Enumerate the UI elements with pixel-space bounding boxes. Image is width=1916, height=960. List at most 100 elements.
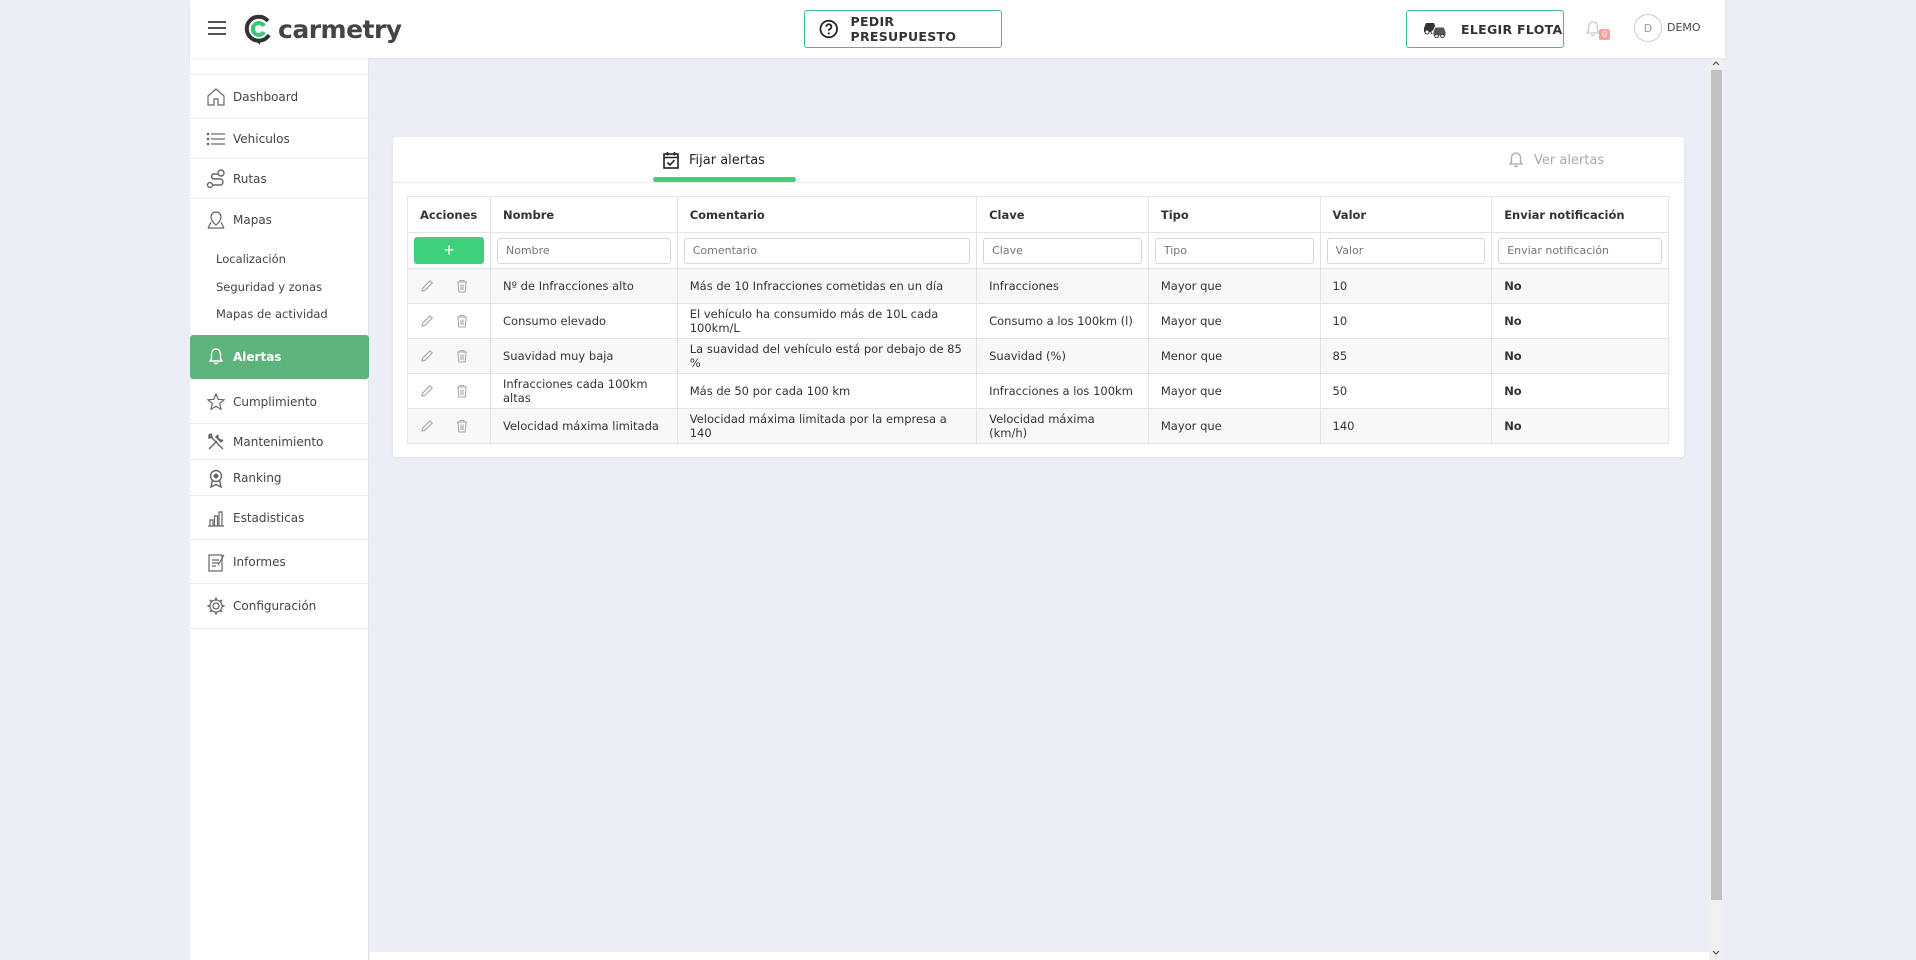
cell-tipo: Mayor que (1147, 268, 1321, 304)
trash-icon[interactable] (456, 314, 468, 328)
top-header: carmetry PEDIR PRESUPUESTO ELEGIR FLOTA (190, 0, 1725, 58)
sidebar-item-vehiculos[interactable]: Vehiculos (190, 118, 369, 158)
hamburger-menu-icon[interactable] (208, 18, 226, 38)
sidebar-item-label: Alertas (233, 350, 282, 364)
notification-count-badge: 0 (1599, 29, 1611, 40)
sidebar-item-informes[interactable]: Informes (190, 539, 369, 583)
add-alert-button[interactable]: + (414, 237, 484, 264)
cell-comentario: Velocidad máxima limitada por la empresa… (676, 408, 978, 444)
cell-tipo: Mayor que (1147, 303, 1321, 339)
sidebar-item-ranking[interactable]: Ranking (190, 459, 369, 495)
cell-valor: 85 (1319, 338, 1493, 374)
alerts-card: Fijar alertas Ver alertas Acciones Nombr… (393, 137, 1684, 457)
edit-pencil-icon[interactable] (420, 349, 434, 363)
trash-icon[interactable] (456, 349, 468, 363)
cell-valor: 10 (1319, 268, 1493, 304)
scrollbar-thumb[interactable] (1711, 70, 1722, 900)
user-name[interactable]: DEMO (1667, 21, 1701, 34)
list-icon (205, 128, 227, 150)
award-icon (205, 467, 227, 489)
cell-notificacion: No (1491, 408, 1669, 444)
bell-icon (1508, 152, 1524, 168)
trash-icon[interactable] (456, 279, 468, 293)
home-icon (205, 86, 227, 108)
scroll-down-arrow-icon[interactable] (1709, 948, 1723, 958)
request-quote-label: PEDIR PRESUPUESTO (850, 14, 957, 44)
edit-pencil-icon[interactable] (420, 384, 434, 398)
trash-icon[interactable] (456, 384, 468, 398)
sidebar-subitem-mapas-actividad[interactable]: Mapas de actividad (216, 307, 328, 321)
notifications-button[interactable]: 0 (1585, 20, 1611, 42)
question-circle-icon (819, 19, 838, 39)
sidebar-item-alertas[interactable]: Alertas (190, 335, 369, 379)
map-pin-icon (205, 209, 227, 231)
cell-notificacion: No (1491, 338, 1669, 374)
alerts-table: Acciones Nombre Comentario Clave Tipo Va… (407, 196, 1669, 444)
active-tab-indicator (653, 177, 796, 182)
sidebar-item-dashboard[interactable]: Dashboard (190, 74, 369, 118)
trash-icon[interactable] (456, 419, 468, 433)
cell-comentario: La suavidad del vehículo está por debajo… (676, 338, 978, 374)
cars-icon (1424, 23, 1447, 38)
calendar-check-icon (663, 152, 679, 169)
scroll-up-arrow-icon[interactable] (1709, 58, 1723, 68)
cell-notificacion: No (1491, 268, 1669, 304)
sidebar-item-rutas[interactable]: Rutas (190, 158, 369, 198)
sidebar-subitem-seguridad-zonas[interactable]: Seguridad y zonas (216, 280, 322, 294)
edit-pencil-icon[interactable] (420, 314, 434, 328)
sidebar-item-label: Cumplimiento (233, 394, 318, 409)
filter-comentario-input[interactable] (683, 237, 971, 264)
cell-clave: Suavidad (%) (976, 338, 1149, 374)
cell-comentario: Más de 50 por cada 100 km (676, 373, 978, 409)
sidebar: Dashboard Vehiculos Rutas Mapas Localiza… (190, 58, 369, 960)
table-row: Velocidad máxima limitada Velocidad máxi… (407, 408, 1669, 444)
filter-nombre-input[interactable] (497, 237, 671, 264)
tab-ver-alertas[interactable]: Ver alertas (1508, 137, 1604, 183)
sidebar-item-mantenimiento[interactable]: Mantenimiento (190, 423, 369, 459)
cell-clave: Velocidad máxima (km/h) (976, 408, 1149, 444)
sidebar-item-configuracion[interactable]: Configuración (190, 583, 369, 629)
sidebar-item-label: Ranking (233, 470, 282, 485)
column-header[interactable]: Tipo (1147, 196, 1321, 233)
request-quote-button[interactable]: PEDIR PRESUPUESTO (804, 10, 1002, 48)
column-header[interactable]: Comentario (676, 196, 978, 233)
app-frame: carmetry PEDIR PRESUPUESTO ELEGIR FLOTA (190, 0, 1725, 960)
filter-clave-input[interactable] (983, 237, 1142, 264)
cell-nombre: Consumo elevado (490, 303, 678, 339)
star-icon (205, 391, 227, 413)
column-header[interactable]: Nombre (490, 196, 678, 233)
sidebar-item-mapas[interactable]: Mapas (190, 198, 369, 240)
cell-clave: Consumo a los 100km (l) (976, 303, 1149, 339)
sidebar-item-label: Informes (233, 554, 286, 569)
filter-tipo-input[interactable] (1154, 237, 1314, 264)
brand-logo[interactable]: carmetry (242, 12, 402, 46)
cell-valor: 10 (1319, 303, 1493, 339)
cell-valor: 50 (1319, 373, 1493, 409)
sidebar-item-label: Dashboard (233, 89, 299, 104)
sidebar-subitem-localizacion[interactable]: Localización (216, 252, 286, 266)
cell-notificacion: No (1491, 303, 1669, 339)
table-header-row: Acciones Nombre Comentario Clave Tipo Va… (407, 196, 1669, 233)
bar-chart-icon (205, 507, 227, 529)
table-row: Suavidad muy baja La suavidad del vehícu… (407, 338, 1669, 374)
sidebar-item-label: Mapas (233, 212, 272, 227)
report-icon (205, 551, 227, 573)
edit-pencil-icon[interactable] (420, 419, 434, 433)
cell-valor: 140 (1319, 408, 1493, 444)
column-header[interactable]: Valor (1319, 196, 1493, 233)
filter-notificacion-input[interactable] (1498, 237, 1662, 264)
choose-fleet-button[interactable]: ELEGIR FLOTA (1406, 10, 1564, 48)
sidebar-item-cumplimiento[interactable]: Cumplimiento (190, 379, 369, 423)
sidebar-item-estadisticas[interactable]: Estadisticas (190, 495, 369, 539)
cell-tipo: Menor que (1147, 338, 1321, 374)
filter-row: + (407, 232, 1669, 269)
tab-ver-alertas-label: Ver alertas (1534, 152, 1605, 168)
cell-tipo: Mayor que (1147, 373, 1321, 409)
filter-valor-input[interactable] (1326, 237, 1486, 264)
vertical-scrollbar[interactable] (1709, 58, 1723, 960)
column-header[interactable]: Enviar notificación (1491, 196, 1669, 233)
column-header[interactable]: Clave (976, 196, 1149, 233)
edit-pencil-icon[interactable] (420, 279, 434, 293)
cell-clave: Infracciones a los 100km (976, 373, 1149, 409)
user-avatar[interactable]: D (1634, 14, 1662, 42)
